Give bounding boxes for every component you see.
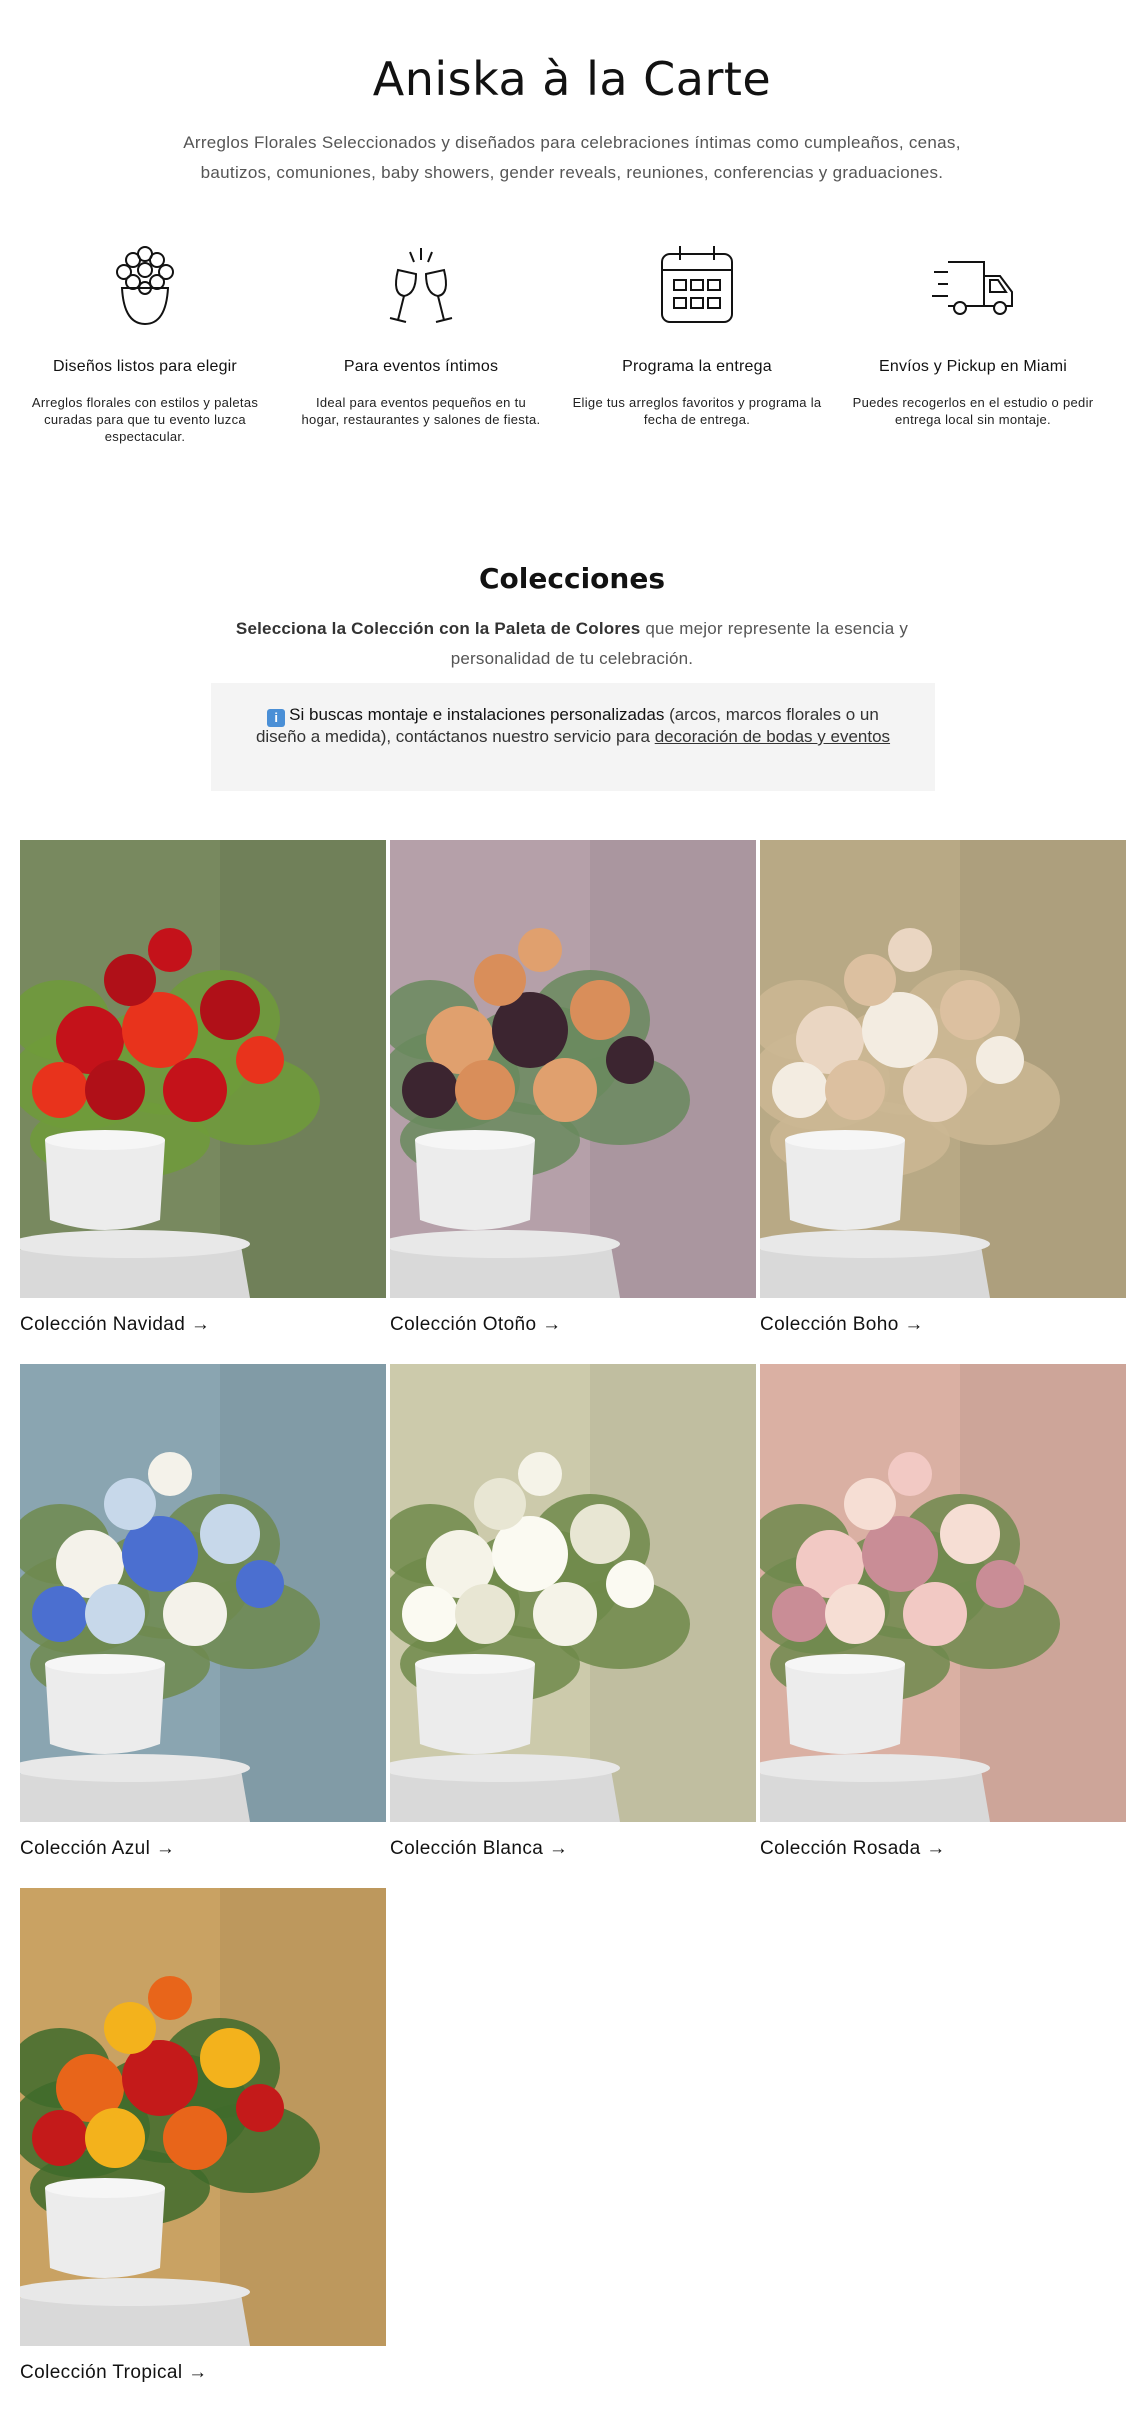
collection-card[interactable]: Colección Azul →: [20, 1364, 386, 1864]
toast-glasses-icon: [389, 248, 453, 323]
collection-label[interactable]: Colección Navidad →: [20, 1314, 210, 1336]
delivery-truck-icon: [932, 261, 1013, 315]
collection-image[interactable]: [20, 1888, 386, 2346]
collection-label[interactable]: Colección Blanca →: [390, 1838, 568, 1860]
flower-bouquet-icon: [116, 246, 174, 326]
page-title: Aniska à la Carte: [372, 52, 772, 106]
collection-label[interactable]: Colección Azul →: [20, 1838, 175, 1860]
collection-card[interactable]: Colección Rosada →: [760, 1364, 1126, 1864]
collection-image[interactable]: [390, 840, 756, 1298]
feature-intimate: Para eventos íntimos Ideal para eventos …: [296, 240, 546, 428]
collection-card[interactable]: Colección Navidad →: [20, 840, 386, 1340]
collection-card[interactable]: Colección Tropical →: [20, 1888, 386, 2388]
custom-installation-notice: i Si buscas montaje e instalaciones perso…: [211, 683, 935, 791]
feature-shipping: Envíos y Pickup en Miami Puedes recogerl…: [848, 240, 1098, 428]
feature-desc: Elige tus arreglos favoritos y programa …: [572, 395, 822, 427]
feature-title: Diseños listos para elegir: [53, 358, 237, 375]
calendar-icon: [661, 246, 733, 323]
feature-title: Envíos y Pickup en Miami: [879, 358, 1067, 375]
feature-designs: Diseños listos para elegir Arreglos flor…: [20, 240, 270, 445]
collection-card[interactable]: Colección Boho →: [760, 840, 1126, 1340]
collection-label[interactable]: Colección Tropical →: [20, 2362, 208, 2384]
feature-desc: Ideal para eventos pequeños en tu hogar,…: [301, 395, 541, 427]
feature-title: Programa la entrega: [622, 358, 772, 375]
feature-title: Para eventos íntimos: [343, 358, 499, 375]
collection-card[interactable]: Colección Blanca →: [390, 1364, 756, 1864]
collection-image[interactable]: [760, 840, 1126, 1298]
page-subtitle: Arreglos Florales Seleccionados y diseña…: [183, 133, 961, 182]
collection-label[interactable]: Colección Otoño →: [390, 1314, 562, 1336]
collections-title: Colecciones: [479, 562, 665, 595]
collection-image[interactable]: [20, 840, 386, 1298]
collection-label[interactable]: Colección Rosada →: [760, 1838, 946, 1860]
collection-card[interactable]: Colección Otoño →: [390, 840, 756, 1340]
feature-delivery-schedule: Programa la entrega Elige tus arreglos f…: [572, 240, 822, 428]
collection-image[interactable]: [390, 1364, 756, 1822]
features-row: Diseños listos para elegir Arreglos flor…: [20, 240, 1124, 460]
feature-desc: Puedes recogerlos en el estudio o pedir …: [852, 395, 1094, 427]
collection-image[interactable]: [20, 1364, 386, 1822]
wedding-events-decoration-link[interactable]: decoración de bodas y eventos: [655, 727, 890, 746]
info-icon: i: [267, 709, 286, 727]
collections-description: Selecciona la Colección con la Paleta de…: [200, 614, 944, 674]
feature-desc: Arreglos florales con estilos y paletas …: [31, 395, 259, 444]
notice-strong-text: Si buscas montaje e instalaciones person…: [289, 705, 665, 724]
collection-label[interactable]: Colección Boho →: [760, 1314, 924, 1336]
collection-image[interactable]: [760, 1364, 1126, 1822]
collections-desc-bold: Selecciona la Colección con la Paleta de…: [235, 619, 641, 638]
